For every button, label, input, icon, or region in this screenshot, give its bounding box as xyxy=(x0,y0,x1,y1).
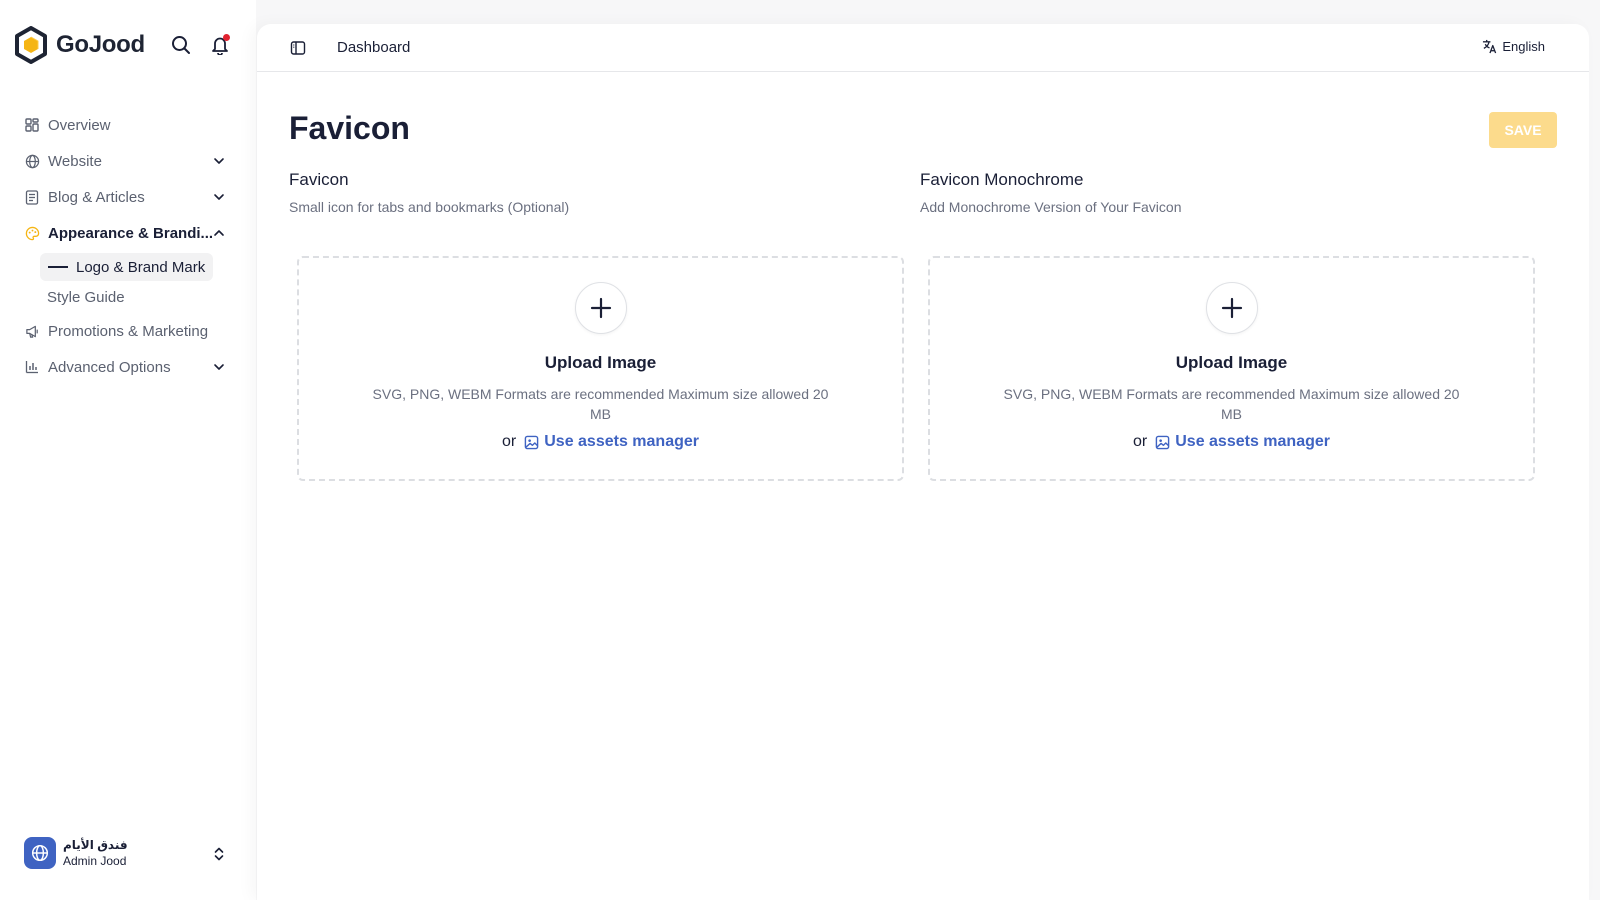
favicon-monochrome-field: Favicon Monochrome Add Monochrome Versio… xyxy=(920,170,1544,481)
sidebar-item-appearance[interactable]: Appearance & Brandi... xyxy=(0,215,256,251)
main-panel: Dashboard English Favicon SAVE Favicon S… xyxy=(257,24,1589,900)
or-text: or xyxy=(502,433,517,450)
favicon-field: Favicon Small icon for tabs and bookmark… xyxy=(289,170,913,481)
sidebar-toggle-icon[interactable] xyxy=(290,40,306,56)
upload-alternative: or Use assets manager xyxy=(930,433,1533,451)
globe-icon xyxy=(24,153,40,169)
language-label: English xyxy=(1502,39,1545,54)
field-label: Favicon Monochrome xyxy=(920,170,1084,189)
account-switcher[interactable]: فندق الأيام Admin Jood xyxy=(24,836,236,870)
sidebar-subitem-style-guide[interactable]: Style Guide xyxy=(0,283,256,311)
account-role: Admin Jood xyxy=(63,854,127,868)
chevron-down-icon xyxy=(214,158,224,164)
image-icon xyxy=(524,435,539,449)
assets-link-label: Use assets manager xyxy=(1175,433,1330,450)
notification-dot xyxy=(223,34,230,41)
sidebar-subitem-label: Style Guide xyxy=(47,288,125,306)
field-help: Small icon for tabs and bookmarks (Optio… xyxy=(289,199,570,215)
account-name: فندق الأيام xyxy=(63,838,128,852)
plus-icon[interactable] xyxy=(574,282,627,334)
sidebar-item-label: Overview xyxy=(48,116,111,134)
notification-bell-icon[interactable] xyxy=(209,34,231,56)
sidebar-item-label: Promotions & Marketing xyxy=(48,322,209,340)
globe-icon xyxy=(31,844,49,862)
page-title: Favicon xyxy=(289,110,410,146)
brand-name: GoJood xyxy=(56,31,145,58)
sidebar-item-promotions[interactable]: Promotions & Marketing xyxy=(0,313,256,349)
sidebar-item-overview[interactable]: Overview xyxy=(0,107,256,143)
upload-description: SVG, PNG, WEBM Formats are recommended M… xyxy=(1003,386,1460,422)
favicon-monochrome-dropzone[interactable]: Upload Image SVG, PNG, WEBM Formats are … xyxy=(928,256,1535,481)
bar-chart-icon xyxy=(24,359,40,375)
search-icon[interactable] xyxy=(170,34,192,56)
field-label: Favicon xyxy=(289,170,349,189)
avatar xyxy=(24,837,56,869)
sidebar-subitem-logo-brand-mark[interactable]: Logo & Brand Mark xyxy=(40,253,213,281)
sidebar-item-label: Blog & Articles xyxy=(48,188,145,206)
chevron-down-icon xyxy=(214,364,224,370)
image-icon xyxy=(1155,435,1170,449)
use-assets-manager-link[interactable]: Use assets manager xyxy=(1155,433,1330,451)
sidebar-item-blog[interactable]: Blog & Articles xyxy=(0,179,256,215)
upload-title: Upload Image xyxy=(1175,353,1288,372)
upload-title: Upload Image xyxy=(544,353,657,372)
plus-icon[interactable] xyxy=(1205,282,1258,334)
translate-icon xyxy=(1483,39,1497,54)
sidebar-subitem-label: Logo & Brand Mark xyxy=(76,258,206,276)
chevron-down-icon xyxy=(214,194,224,200)
upload-description: SVG, PNG, WEBM Formats are recommended M… xyxy=(372,386,829,422)
sidebar-nav: Overview Website Blog & Articles Appeara… xyxy=(0,107,256,385)
sidebar-item-website[interactable]: Website xyxy=(0,143,256,179)
brand[interactable]: GoJood xyxy=(14,26,145,64)
assets-link-label: Use assets manager xyxy=(544,433,699,450)
use-assets-manager-link[interactable]: Use assets manager xyxy=(524,433,699,451)
breadcrumb[interactable]: Dashboard xyxy=(337,39,410,56)
palette-icon xyxy=(24,225,40,241)
account-info: فندق الأيام Admin Jood xyxy=(63,837,128,869)
save-button[interactable]: SAVE xyxy=(1489,112,1557,148)
sidebar-item-label: Website xyxy=(48,152,102,170)
chevron-up-down-icon xyxy=(214,847,224,861)
field-help: Add Monochrome Version of Your Favicon xyxy=(920,199,1182,215)
or-text: or xyxy=(1133,433,1148,450)
language-selector[interactable]: English xyxy=(1482,39,1545,54)
favicon-dropzone[interactable]: Upload Image SVG, PNG, WEBM Formats are … xyxy=(297,256,904,481)
sidebar-item-label: Advanced Options xyxy=(48,358,171,376)
megaphone-icon xyxy=(24,323,40,339)
sidebar: GoJood Overview Website Blog & Articles xyxy=(0,0,256,900)
gojood-logo-icon xyxy=(15,26,47,64)
grid-icon xyxy=(24,117,40,133)
topbar: Dashboard English xyxy=(257,24,1589,72)
upload-alternative: or Use assets manager xyxy=(299,433,902,451)
chevron-up-icon xyxy=(214,230,224,236)
sidebar-item-label: Appearance & Brandi... xyxy=(48,224,214,242)
document-icon xyxy=(24,189,40,205)
active-indicator xyxy=(48,266,68,268)
sidebar-item-advanced[interactable]: Advanced Options xyxy=(0,349,256,385)
